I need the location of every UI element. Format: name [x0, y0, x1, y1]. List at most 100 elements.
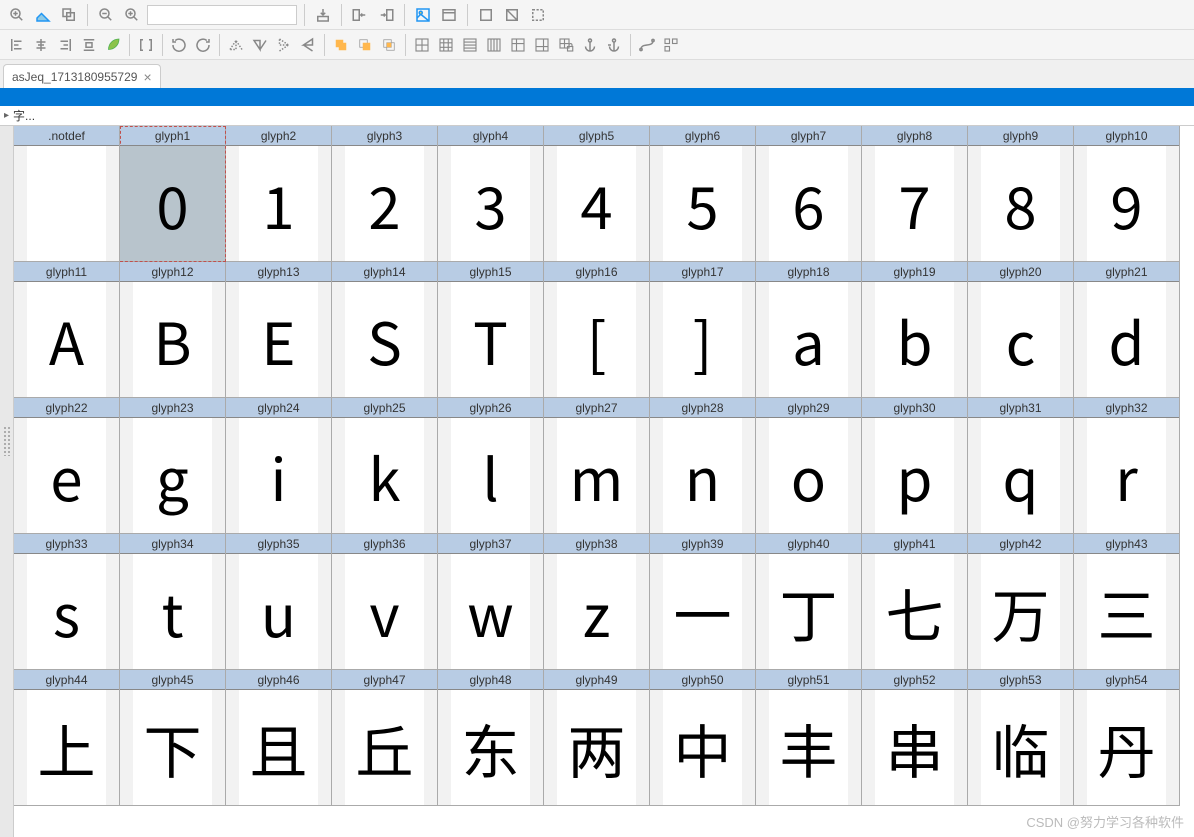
- glyph-cell[interactable]: glyph50中: [650, 670, 756, 806]
- align-right-icon[interactable]: [54, 34, 76, 56]
- subtract-icon[interactable]: [354, 34, 376, 56]
- align-left-icon[interactable]: [6, 34, 28, 56]
- glyph-cell[interactable]: .notdef: [14, 126, 120, 262]
- glyph-cell[interactable]: glyph12B: [120, 262, 226, 398]
- flip-v2-icon[interactable]: [297, 34, 319, 56]
- left-gutter[interactable]: [0, 126, 14, 837]
- glyph-cell[interactable]: glyph98: [968, 126, 1074, 262]
- glyph-cell[interactable]: glyph29o: [756, 398, 862, 534]
- glyph-cell[interactable]: glyph15T: [438, 262, 544, 398]
- glyph-cell[interactable]: glyph39一: [650, 534, 756, 670]
- glyph-cell[interactable]: glyph21d: [1074, 262, 1180, 398]
- layers-icon[interactable]: [58, 4, 80, 26]
- glyph-cell[interactable]: glyph35u: [226, 534, 332, 670]
- glyph-cell[interactable]: glyph45下: [120, 670, 226, 806]
- glyph-cell[interactable]: glyph51丰: [756, 670, 862, 806]
- glyph-cell[interactable]: glyph47丘: [332, 670, 438, 806]
- anchor-icon[interactable]: [579, 34, 601, 56]
- glyph-cell[interactable]: glyph43: [438, 126, 544, 262]
- grid-lock-icon[interactable]: [555, 34, 577, 56]
- gutter-handle-icon[interactable]: [3, 426, 11, 456]
- glyph-cell[interactable]: glyph32: [332, 126, 438, 262]
- distribute-icon[interactable]: [78, 34, 100, 56]
- zoom-combo[interactable]: [147, 5, 297, 25]
- glyph-cell[interactable]: glyph26l: [438, 398, 544, 534]
- breadcrumb-label[interactable]: 字...: [13, 107, 35, 124]
- curve-icon[interactable]: [636, 34, 658, 56]
- window-icon[interactable]: [438, 4, 460, 26]
- glyph-cell[interactable]: glyph24i: [226, 398, 332, 534]
- table3-icon[interactable]: [507, 34, 529, 56]
- glyph-cell[interactable]: glyph13E: [226, 262, 332, 398]
- glyph-cell[interactable]: glyph42万: [968, 534, 1074, 670]
- glyph-cell[interactable]: glyph10: [120, 126, 226, 262]
- brackets-icon[interactable]: [135, 34, 157, 56]
- crop-icon[interactable]: [501, 4, 523, 26]
- glyph-cell[interactable]: glyph43三: [1074, 534, 1180, 670]
- table4-icon[interactable]: [531, 34, 553, 56]
- grid9-icon[interactable]: [435, 34, 457, 56]
- glyph-cell[interactable]: glyph16[: [544, 262, 650, 398]
- glyph-cell[interactable]: glyph46且: [226, 670, 332, 806]
- glyph-cell[interactable]: glyph54: [544, 126, 650, 262]
- anchor2-icon[interactable]: [603, 34, 625, 56]
- glyph-cell[interactable]: glyph52串: [862, 670, 968, 806]
- glyph-cell[interactable]: glyph25k: [332, 398, 438, 534]
- glyph-cell[interactable]: glyph49两: [544, 670, 650, 806]
- chevron-down-icon[interactable]: ▸: [4, 110, 9, 121]
- next-glyph-icon[interactable]: [375, 4, 397, 26]
- picture-icon[interactable]: [412, 4, 434, 26]
- flip-v-icon[interactable]: [273, 34, 295, 56]
- glyph-cell[interactable]: glyph41七: [862, 534, 968, 670]
- glyph-cell[interactable]: glyph109: [1074, 126, 1180, 262]
- glyph-cell[interactable]: glyph22e: [14, 398, 120, 534]
- zoom-in-icon[interactable]: [6, 4, 28, 26]
- zoom-in2-icon[interactable]: [121, 4, 143, 26]
- flip-h2-icon[interactable]: [249, 34, 271, 56]
- glyph-cell[interactable]: glyph31q: [968, 398, 1074, 534]
- glyph-cell[interactable]: glyph40丁: [756, 534, 862, 670]
- glyph-cell[interactable]: glyph54丹: [1074, 670, 1180, 806]
- components-icon[interactable]: [660, 34, 682, 56]
- document-tab[interactable]: asJeq_1713180955729 ×: [3, 64, 161, 88]
- union-icon[interactable]: [330, 34, 352, 56]
- rotate-ccw-icon[interactable]: [168, 34, 190, 56]
- close-icon[interactable]: ×: [143, 69, 151, 85]
- glyph-grid[interactable]: .notdefglyph10glyph21glyph32glyph43glyph…: [14, 126, 1194, 837]
- zoom-out-icon[interactable]: [95, 4, 117, 26]
- rotate-cw-icon[interactable]: [192, 34, 214, 56]
- grid4-icon[interactable]: [411, 34, 433, 56]
- glyph-cell[interactable]: glyph18a: [756, 262, 862, 398]
- glyph-cell[interactable]: glyph34t: [120, 534, 226, 670]
- table2-icon[interactable]: [483, 34, 505, 56]
- glyph-cell[interactable]: glyph38z: [544, 534, 650, 670]
- glyph-cell[interactable]: glyph33s: [14, 534, 120, 670]
- glyph-cell[interactable]: glyph30p: [862, 398, 968, 534]
- glyph-cell[interactable]: glyph11A: [14, 262, 120, 398]
- squares-icon[interactable]: [475, 4, 497, 26]
- glyph-cell[interactable]: glyph21: [226, 126, 332, 262]
- intersect-icon[interactable]: [378, 34, 400, 56]
- flip-h-icon[interactable]: [225, 34, 247, 56]
- glyph-cell[interactable]: glyph14S: [332, 262, 438, 398]
- glyph-cell[interactable]: glyph27m: [544, 398, 650, 534]
- glyph-cell[interactable]: glyph53临: [968, 670, 1074, 806]
- glyph-cell[interactable]: glyph87: [862, 126, 968, 262]
- prev-glyph-icon[interactable]: [349, 4, 371, 26]
- glyph-cell[interactable]: glyph65: [650, 126, 756, 262]
- glyph-cell[interactable]: glyph28n: [650, 398, 756, 534]
- highlight-icon[interactable]: [32, 4, 54, 26]
- rect-dashed-icon[interactable]: [527, 4, 549, 26]
- glyph-cell[interactable]: glyph37w: [438, 534, 544, 670]
- glyph-cell[interactable]: glyph44上: [14, 670, 120, 806]
- glyph-cell[interactable]: glyph19b: [862, 262, 968, 398]
- glyph-cell[interactable]: glyph36v: [332, 534, 438, 670]
- glyph-cell[interactable]: glyph76: [756, 126, 862, 262]
- glyph-cell[interactable]: glyph20c: [968, 262, 1074, 398]
- glyph-cell[interactable]: glyph48东: [438, 670, 544, 806]
- glyph-cell[interactable]: glyph23g: [120, 398, 226, 534]
- glyph-cell[interactable]: glyph32r: [1074, 398, 1180, 534]
- leaf-icon[interactable]: [102, 34, 124, 56]
- table-icon[interactable]: [459, 34, 481, 56]
- download-icon[interactable]: [312, 4, 334, 26]
